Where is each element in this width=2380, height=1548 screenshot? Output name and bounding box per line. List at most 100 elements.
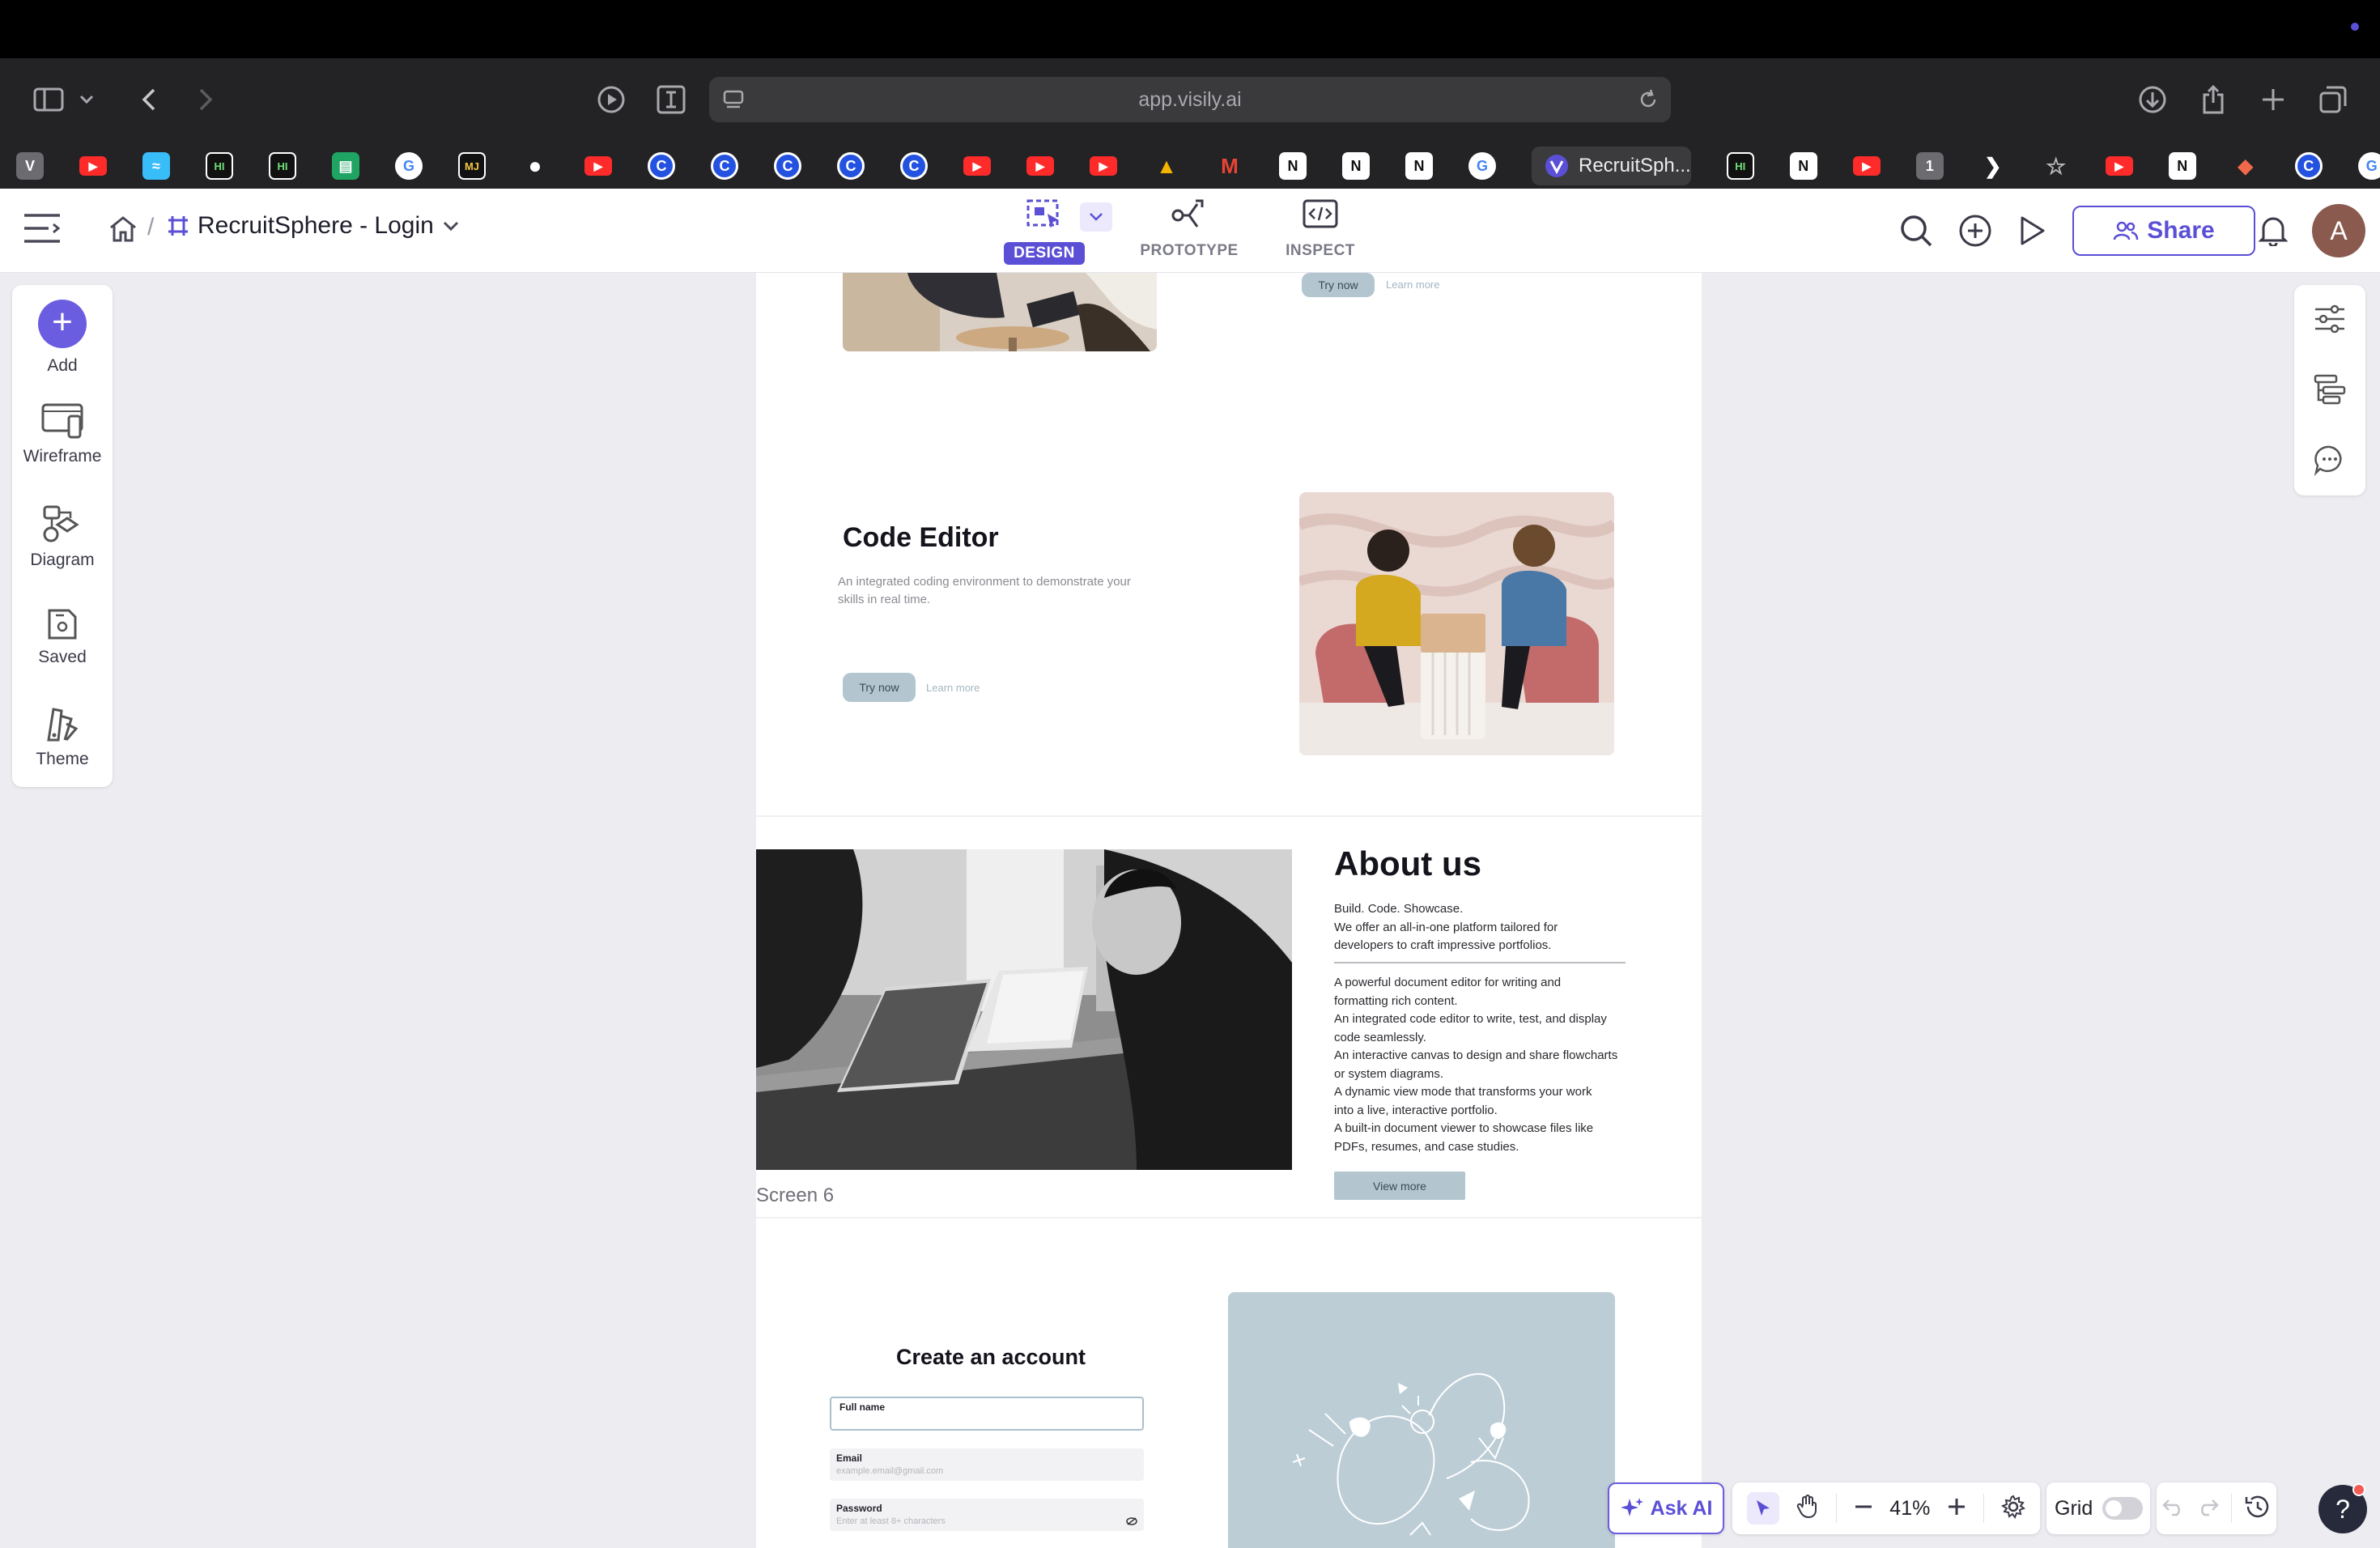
page-settings-icon[interactable] [722,88,745,115]
bookmark-C-icon[interactable]: C [648,152,675,180]
undo-icon[interactable] [2162,1497,2185,1520]
bookmark-1-icon[interactable]: 1 [1915,152,1944,180]
top-learn-more-link[interactable]: Learn more [1386,279,1439,291]
history-toolbar [2157,1482,2276,1534]
chevron-down-icon[interactable] [74,80,99,119]
avatar[interactable]: A [2312,204,2365,257]
redo-icon[interactable] [2196,1497,2220,1520]
add-button[interactable]: + Add [12,300,113,376]
bookmark-N-icon[interactable]: N [1342,152,1370,180]
zoom-level[interactable]: 41% [1889,1497,1930,1520]
bookmark-N-icon[interactable]: N [1405,152,1433,180]
url-text[interactable]: app.visily.ai [709,77,1671,122]
diagram-button[interactable]: Diagram [12,504,113,570]
bookmark-yt-icon[interactable]: ▶ [2105,156,2133,176]
wireframe-button[interactable]: Wireframe [12,403,113,466]
bookmark-N-icon[interactable]: N [1279,152,1307,180]
bookmark-G-icon[interactable]: G [2357,152,2380,180]
share-sheet-icon[interactable] [2194,80,2233,119]
bell-icon[interactable] [2258,214,2289,250]
toolbar-divider [2230,1494,2232,1523]
bookmark-MJ-icon[interactable]: MJ [458,152,486,180]
view-more-button[interactable]: View more [1334,1172,1465,1200]
bookmark-yt-icon[interactable]: ▶ [1090,156,1117,176]
zoom-out-icon[interactable] [1854,1497,1873,1520]
downloads-icon[interactable] [2133,80,2172,119]
cafe-photo[interactable] [843,273,1157,351]
play-icon[interactable] [2017,215,2046,250]
saved-button[interactable]: Saved [12,607,113,667]
bookmark-C-icon[interactable]: C [774,152,801,180]
add-circle-icon[interactable] [1958,214,1992,252]
hand-tool-icon[interactable] [1796,1494,1819,1523]
active-tab[interactable]: RecruitSph... [1532,147,1691,185]
tab-overview-icon[interactable] [2314,80,2352,119]
canvas-settings-icon[interactable] [2000,1495,2025,1523]
bookmark-yt-icon[interactable]: ▶ [1026,156,1054,176]
full-name-field[interactable]: Full name [830,1397,1144,1431]
bookmark-N-icon[interactable]: N [2168,152,2196,180]
menu-icon[interactable] [23,212,62,249]
bookmark-yt-icon[interactable]: ▶ [584,156,612,176]
share-button[interactable]: Share [2072,206,2255,256]
bookmark-gmail-icon[interactable]: M [1216,152,1243,180]
bookmark-sheets-icon[interactable]: ▤ [332,152,359,180]
bookmark-hi-icon[interactable]: HI [269,152,296,180]
reload-icon[interactable] [1637,88,1660,115]
home-icon[interactable] [108,215,138,247]
email-field[interactable]: Email example.email@gmail.com [830,1448,1144,1481]
search-icon[interactable] [1899,214,1933,252]
bookmark-C-icon[interactable]: C [900,152,928,180]
design-canvas-frame[interactable]: Try now Learn more Code Editor An integr… [756,273,1702,1548]
url-bar[interactable]: app.visily.ai [709,77,1671,122]
forward-icon[interactable] [186,80,225,119]
screen-label[interactable]: Screen 6 [756,1184,834,1207]
bookmark-figma-icon[interactable]: ◆ [2231,152,2259,180]
ask-ai-button[interactable]: Ask AI [1608,1482,1724,1534]
bookmark-yt-icon[interactable]: ▶ [1852,156,1881,176]
chevron-down-icon[interactable] [442,220,460,232]
zoom-in-icon[interactable] [1947,1497,1966,1520]
bookmark-gh-icon[interactable]: ● [521,152,549,180]
play-extension-icon[interactable] [592,80,631,119]
two-women-photo[interactable] [1299,492,1614,755]
bookmark-C-icon[interactable]: C [711,152,738,180]
code-editor-try-now-button[interactable]: Try now [843,673,916,702]
signup-illustration[interactable] [1228,1292,1615,1548]
bookmark-G-icon[interactable]: G [1468,152,1496,180]
code-editor-learn-more-link[interactable]: Learn more [926,682,980,694]
bookmark-V-icon[interactable]: V [16,152,44,180]
grid-toggle[interactable] [2102,1497,2144,1520]
comments-icon[interactable] [2314,444,2346,480]
bookmark-tw-icon[interactable]: ≈ [142,152,170,180]
settings-sliders-icon[interactable] [2312,303,2348,339]
bookmark-C-icon[interactable]: C [2294,152,2323,180]
bookmark-hi-icon[interactable]: HI [206,152,233,180]
layers-icon[interactable] [2314,372,2346,409]
bookmark-N-icon[interactable]: N [1789,152,1817,180]
bookmark-yt-icon[interactable]: ▶ [79,156,107,176]
tab-inspect[interactable]: INSPECT [1264,194,1377,260]
sidebar-toggle-icon[interactable] [29,80,68,119]
theme-button[interactable]: Theme [12,704,113,769]
reader-extension-icon[interactable] [652,80,691,119]
bookmark-drive-icon[interactable]: ▲ [1153,152,1180,180]
tab-prototype[interactable]: PROTOTYPE [1133,194,1246,260]
top-try-now-button[interactable]: Try now [1302,273,1375,297]
frame-icon [168,216,188,236]
eye-off-icon[interactable] [1126,1515,1137,1529]
select-tool-button[interactable] [1747,1492,1780,1525]
office-photo[interactable] [756,849,1292,1170]
back-icon[interactable] [130,80,168,119]
bookmark-star-icon[interactable]: ☆ [2042,152,2070,180]
history-icon[interactable] [2243,1494,2271,1524]
breadcrumb[interactable]: RecruitSphere - Login [167,212,460,240]
bookmark-C-icon[interactable]: C [837,152,865,180]
bookmark-hi-icon[interactable]: HI [1726,152,1754,180]
bookmark-G-icon[interactable]: G [395,152,423,180]
bookmark-yt-icon[interactable]: ▶ [963,156,991,176]
design-dropdown-button[interactable] [1080,202,1112,232]
bookmark-x-icon[interactable]: ❯ [1978,152,2007,180]
password-field[interactable]: Password Enter at least 8+ characters [830,1499,1144,1531]
new-tab-icon[interactable] [2254,80,2293,119]
